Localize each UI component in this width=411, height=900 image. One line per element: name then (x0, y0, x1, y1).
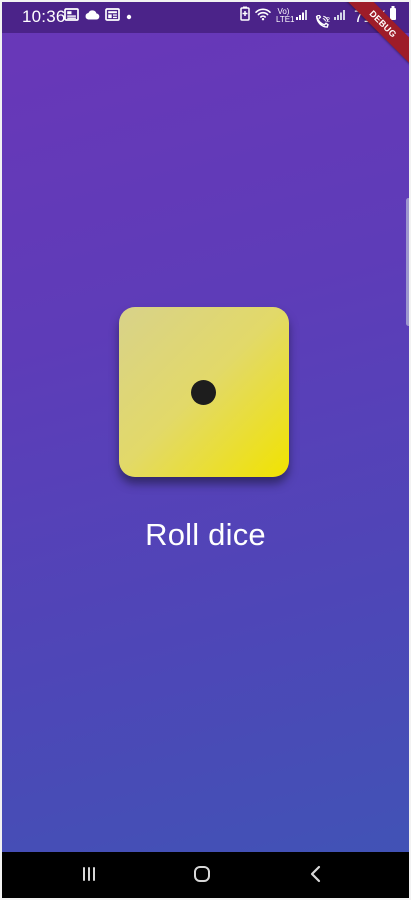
cloud-icon (84, 0, 100, 33)
back-button[interactable] (296, 860, 336, 892)
cellular-icon (333, 0, 346, 33)
roll-dice-label: Roll dice (145, 517, 266, 552)
wifi-icon (254, 0, 272, 33)
status-bar: 10:36 Vo) LTE1 2 (0, 0, 411, 33)
app-screen: 10:36 Vo) LTE1 2 DEBUG Roll dice (0, 0, 411, 900)
gallery-icon (64, 0, 79, 33)
sim-number: 2 (326, 17, 330, 24)
recent-apps-button[interactable] (69, 860, 109, 892)
wifi-calling-icon: 2 (312, 9, 330, 28)
die-pip (191, 380, 216, 405)
home-button[interactable] (182, 860, 222, 892)
battery-saver-icon (240, 0, 250, 33)
system-navigation-bar (0, 852, 411, 900)
dice-button[interactable] (119, 307, 289, 477)
status-time: 10:36 (22, 7, 66, 26)
notification-dot-icon (125, 0, 133, 33)
recent-apps-icon (80, 865, 98, 888)
status-left-icons (64, 7, 133, 24)
home-icon (192, 864, 212, 889)
back-icon (308, 864, 324, 889)
network-label: Vo) LTE1 (275, 7, 295, 24)
network-lte-text: LTE1 (275, 14, 295, 24)
cellular-icon (295, 0, 308, 33)
scrollbar[interactable] (406, 198, 411, 326)
mail-icon (105, 0, 120, 33)
